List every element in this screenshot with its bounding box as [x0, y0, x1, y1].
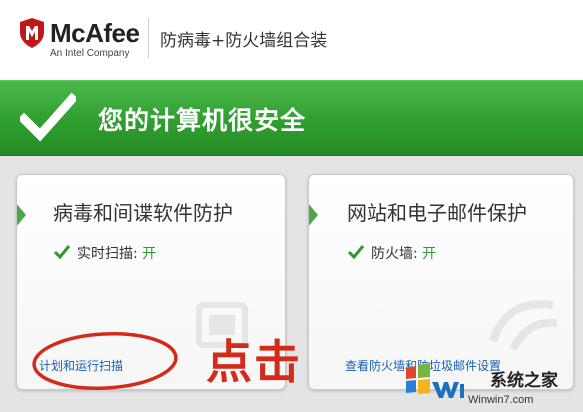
status-label: 实时扫描: — [77, 246, 143, 262]
status-value: 开 — [422, 246, 437, 262]
checkmark-icon — [20, 93, 76, 142]
status-banner: 您的计算机很安全 — [0, 80, 583, 156]
brand-subtitle: An Intel Company — [50, 48, 130, 59]
status-value: 开 — [142, 246, 157, 262]
check-icon — [347, 245, 365, 260]
card-title: 网站和电子邮件保护 — [347, 201, 527, 225]
realtime-scan-status: 实时扫描: 开 — [53, 243, 156, 263]
envelope-watermark-icon — [489, 300, 558, 351]
card-accent-marker — [309, 203, 318, 227]
card-accent-marker — [17, 203, 26, 227]
brand-name: McAfee — [50, 18, 140, 48]
annotation-circle — [32, 332, 178, 390]
app-header: McAfee An Intel Company 防病毒+防火墙组合装 — [0, 0, 583, 80]
mcafee-logo: McAfee An Intel Company — [20, 16, 140, 62]
product-name: 防病毒+防火墙组合装 — [160, 31, 328, 51]
firewall-status: 防火墙: 开 — [347, 243, 436, 263]
mcafee-shield-icon — [20, 18, 44, 48]
status-label: 防火墙: — [371, 246, 423, 262]
windows-logo-icon — [406, 363, 464, 398]
web-email-card[interactable]: 网站和电子邮件保护 防火墙: 开 查看防火墙和防垃圾邮件设置 — [308, 174, 574, 390]
card-title: 病毒和间谍软件防护 — [53, 201, 233, 225]
security-status-text: 您的计算机很安全 — [98, 106, 307, 135]
header-divider — [148, 18, 149, 58]
site-url: Winwin7.com — [468, 394, 534, 406]
annotation-text: 点击 — [206, 335, 302, 389]
check-icon — [53, 245, 71, 260]
site-name: 系统之家 — [490, 371, 558, 391]
